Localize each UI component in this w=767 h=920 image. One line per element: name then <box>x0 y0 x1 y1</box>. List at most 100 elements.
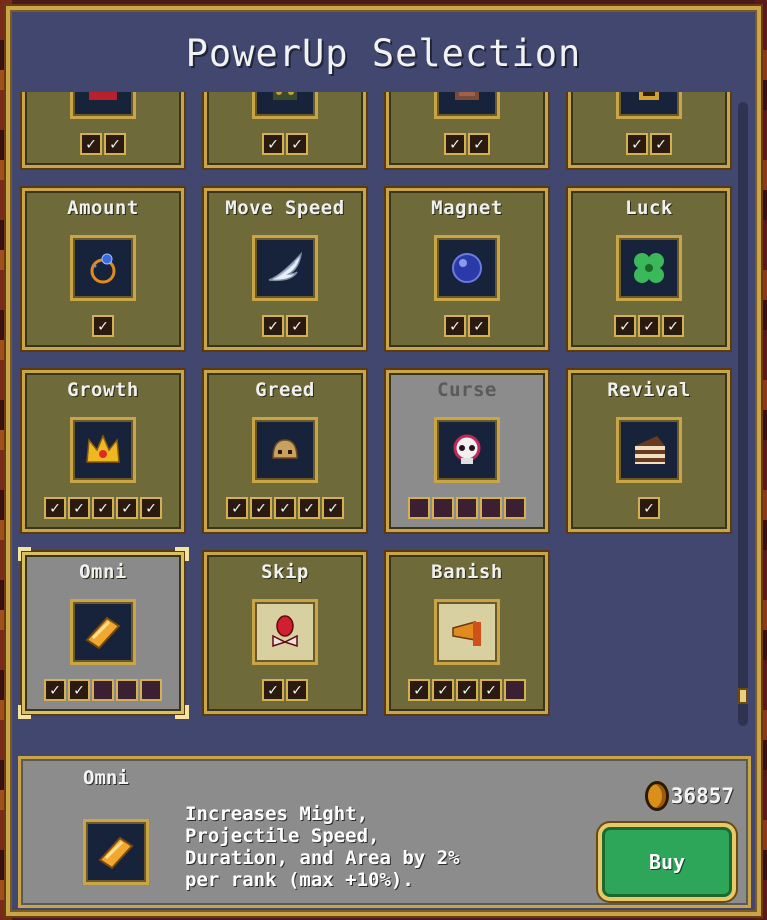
rank-box-filled: ✓ <box>250 497 272 519</box>
rank-box-filled: ✓ <box>480 679 502 701</box>
rank-box-empty <box>480 497 502 519</box>
rank-box-filled: ✓ <box>286 315 308 337</box>
powerup-card-growth[interactable]: Growth ✓ ✓ ✓ ✓ ✓ <box>22 370 184 532</box>
recovery-icon <box>616 92 682 119</box>
selected-powerup-name: Omni <box>83 767 129 789</box>
rank-indicator: ✓ ✓ <box>571 133 727 155</box>
powerup-card-armor[interactable]: ✓ ✓ <box>204 92 366 168</box>
rank-box-filled: ✓ <box>468 315 490 337</box>
rank-indicator: ✓ <box>571 497 727 519</box>
rank-box-empty <box>504 679 526 701</box>
rank-box-filled: ✓ <box>104 133 126 155</box>
rank-indicator: ✓ ✓ ✓ ✓ <box>389 679 545 701</box>
selection-corner <box>175 705 189 719</box>
card-label: Revival <box>607 379 691 401</box>
powerup-card-move-speed[interactable]: Move Speed ✓ ✓ <box>204 188 366 350</box>
scrollbar-thumb[interactable] <box>738 688 748 704</box>
max-health-icon <box>434 92 500 119</box>
card-label: Curse <box>437 379 497 401</box>
powerup-card-greed[interactable]: Greed ✓ ✓ ✓ ✓ ✓ <box>204 370 366 532</box>
rank-box-filled: ✓ <box>322 497 344 519</box>
rank-box-filled: ✓ <box>140 497 162 519</box>
tiramisu-icon <box>616 417 682 483</box>
powerup-card-revival[interactable]: Revival ✓ <box>568 370 730 532</box>
rank-box-filled: ✓ <box>274 497 296 519</box>
rank-indicator: ✓ ✓ <box>207 679 363 701</box>
skip-icon <box>252 599 318 665</box>
coin-amount: 36857 <box>670 784 734 808</box>
card-label: Omni <box>79 561 127 583</box>
magnet-orb-icon <box>434 235 500 301</box>
gold-ingot-icon <box>83 819 149 885</box>
rank-indicator: ✓ ✓ ✓ ✓ ✓ <box>207 497 363 519</box>
rank-indicator: ✓ ✓ <box>25 133 181 155</box>
rank-box-filled: ✓ <box>262 679 284 701</box>
rank-box-empty <box>456 497 478 519</box>
rank-box-filled: ✓ <box>650 133 672 155</box>
rank-box-filled: ✓ <box>226 497 248 519</box>
rank-indicator: ✓ ✓ <box>389 133 545 155</box>
rank-box-filled: ✓ <box>92 315 114 337</box>
might-icon <box>70 92 136 119</box>
selected-powerup-description: Increases Might, Projectile Speed, Durat… <box>185 803 460 891</box>
powerup-grid: ✓ ✓ ✓ ✓ ✓ ✓ ✓ ✓ Amount ✓ Move Speed ✓ ✓ … <box>18 92 734 732</box>
wing-icon <box>252 235 318 301</box>
powerup-card-might[interactable]: ✓ ✓ <box>22 92 184 168</box>
powerup-card-magnet[interactable]: Magnet ✓ ✓ <box>386 188 548 350</box>
card-label: Move Speed <box>225 197 345 219</box>
rank-indicator: ✓ <box>25 315 181 337</box>
powerup-card-banish[interactable]: Banish ✓ ✓ ✓ ✓ <box>386 552 548 714</box>
rank-box-filled: ✓ <box>92 497 114 519</box>
powerup-card-curse[interactable]: Curse <box>386 370 548 532</box>
buy-button[interactable]: Buy <box>598 823 736 901</box>
coin-icon <box>644 781 669 811</box>
rank-box-empty <box>92 679 114 701</box>
rank-box-filled: ✓ <box>614 315 636 337</box>
powerup-window: PowerUp Selection ✓ ✓ ✓ ✓ ✓ ✓ ✓ ✓ Amount… <box>6 6 761 916</box>
page-title: PowerUp Selection <box>185 32 582 75</box>
clover-icon <box>616 235 682 301</box>
powerup-card-recovery[interactable]: ✓ ✓ <box>568 92 730 168</box>
card-label: Magnet <box>431 197 503 219</box>
powerup-card-omni[interactable]: Omni ✓ ✓ <box>18 547 189 719</box>
rank-box-empty <box>432 497 454 519</box>
scrollbar[interactable] <box>738 102 748 726</box>
card-label: Banish <box>431 561 503 583</box>
rank-indicator: ✓ ✓ <box>25 679 181 701</box>
rank-box-filled: ✓ <box>68 497 90 519</box>
rank-box-filled: ✓ <box>638 497 660 519</box>
rank-box-empty <box>116 679 138 701</box>
powerup-card-luck[interactable]: Luck ✓ ✓ ✓ <box>568 188 730 350</box>
rank-box-filled: ✓ <box>432 679 454 701</box>
rank-box-filled: ✓ <box>626 133 648 155</box>
card-label: Skip <box>261 561 309 583</box>
powerup-card-max-health[interactable]: ✓ ✓ <box>386 92 548 168</box>
rank-indicator: ✓ ✓ ✓ <box>571 315 727 337</box>
rank-box-filled: ✓ <box>468 133 490 155</box>
rank-box-filled: ✓ <box>444 133 466 155</box>
card-label: Growth <box>67 379 139 401</box>
selection-corner <box>18 547 31 561</box>
card-label: Luck <box>625 197 673 219</box>
gold-ingot-icon <box>70 599 136 665</box>
rank-box-filled: ✓ <box>44 497 66 519</box>
rank-box-empty <box>504 497 526 519</box>
rank-box-filled: ✓ <box>408 679 430 701</box>
selection-corner <box>175 547 189 561</box>
powerup-card-amount[interactable]: Amount ✓ <box>22 188 184 350</box>
banish-horn-icon <box>434 599 500 665</box>
rank-box-filled: ✓ <box>286 133 308 155</box>
rank-box-filled: ✓ <box>80 133 102 155</box>
armor-icon <box>252 92 318 119</box>
amount-ring-icon <box>70 235 136 301</box>
rank-indicator: ✓ ✓ <box>207 133 363 155</box>
rank-box-filled: ✓ <box>44 679 66 701</box>
rank-box-filled: ✓ <box>116 497 138 519</box>
rank-box-filled: ✓ <box>662 315 684 337</box>
card-label: Amount <box>67 197 139 219</box>
coin-counter: 36857 <box>644 781 734 811</box>
greed-mask-icon <box>252 417 318 483</box>
rank-indicator: ✓ ✓ ✓ ✓ ✓ <box>25 497 181 519</box>
rank-box-filled: ✓ <box>286 679 308 701</box>
powerup-card-skip[interactable]: Skip ✓ ✓ <box>204 552 366 714</box>
